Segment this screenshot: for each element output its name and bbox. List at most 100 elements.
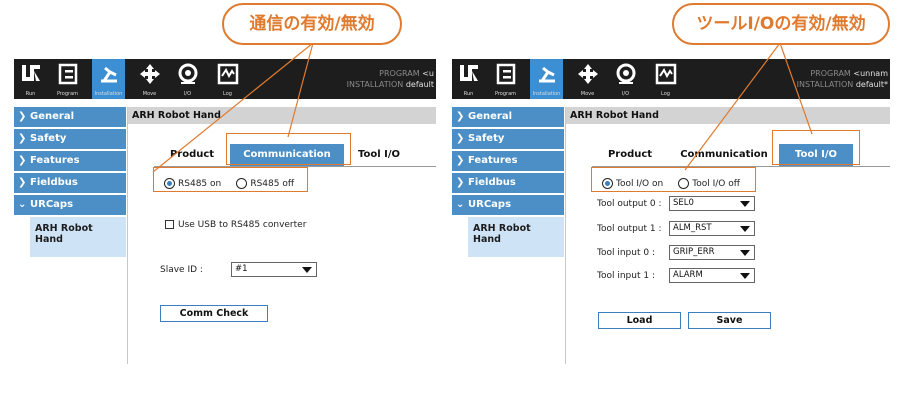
page-title: ARH Robot Hand xyxy=(128,107,436,124)
move-label: Move xyxy=(142,91,157,97)
program-installation-info: PROGRAM <unnam INSTALLATION default* xyxy=(797,68,888,90)
sidebar-item-safety[interactable]: ❯ Safety xyxy=(14,129,126,149)
sidebar-item-arh-robot-hand[interactable]: ARH Robot Hand xyxy=(30,217,126,257)
program-button[interactable]: Program xyxy=(489,59,522,99)
tool-output-1-dropdown[interactable]: ALM_RST xyxy=(669,221,755,236)
checkbox-icon xyxy=(165,220,174,229)
chevron-right-icon: ❯ xyxy=(456,177,465,188)
io-button[interactable]: I/O xyxy=(609,59,642,99)
sidebar-item-features[interactable]: ❯ Features xyxy=(14,151,126,171)
tool-input-0-label: Tool input 0 : xyxy=(597,248,655,258)
save-button[interactable]: Save xyxy=(688,312,771,329)
tool-output-0-label: Tool output 0 : xyxy=(597,199,662,209)
sidebar: ❯ General ❯ Safety ❯ Features ❯ Fieldbus ⌄ UR… xyxy=(452,107,564,364)
io-label: I/O xyxy=(183,91,192,97)
chevron-right-icon: ❯ xyxy=(18,177,27,188)
io-label: I/O xyxy=(621,91,630,97)
installation-panel-tool-io: Run Program Installation Move I/O Log PR… xyxy=(452,59,890,364)
sidebar-item-fieldbus[interactable]: ❯ Fieldbus xyxy=(14,173,126,193)
tab-communication[interactable]: Communication xyxy=(678,144,770,166)
sidebar-item-urcaps[interactable]: ⌄ URCaps xyxy=(452,195,564,215)
program-value: <u xyxy=(422,69,434,78)
chevron-right-icon: ❯ xyxy=(456,155,465,166)
log-label: Log xyxy=(223,91,232,97)
sidebar: ❯ General ❯ Safety ❯ Features ❯ Fieldbus ⌄ UR… xyxy=(14,107,126,364)
top-toolbar: Run Program Installation Move I/O Log PR… xyxy=(452,59,890,99)
log-icon xyxy=(217,63,239,85)
comm-check-button[interactable]: Comm Check xyxy=(160,305,268,322)
program-label-text: PROGRAM xyxy=(379,69,420,78)
chevron-right-icon: ❯ xyxy=(18,133,27,144)
chevron-right-icon: ❯ xyxy=(18,111,27,122)
chevron-down-icon: ⌄ xyxy=(456,199,465,210)
dropdown-arrow-icon xyxy=(740,273,750,279)
installation-button[interactable]: Installation xyxy=(530,59,563,99)
ur-logo-icon xyxy=(22,65,40,81)
tool-output-1-label: Tool output 1 : xyxy=(597,224,662,234)
slave-id-label: Slave ID : xyxy=(160,265,203,275)
tool-output-0-dropdown[interactable]: SEL0 xyxy=(669,196,755,211)
divider xyxy=(127,107,128,364)
move-button[interactable]: Move xyxy=(571,59,604,99)
program-label: Program xyxy=(494,91,517,97)
slave-id-dropdown[interactable]: #1 xyxy=(231,262,317,277)
page-title: ARH Robot Hand xyxy=(566,107,890,124)
move-icon xyxy=(140,64,160,84)
installation-button[interactable]: Installation xyxy=(92,59,125,99)
dropdown-arrow-icon xyxy=(302,267,312,273)
io-icon xyxy=(178,63,198,84)
io-icon xyxy=(616,63,636,84)
installation-icon xyxy=(101,66,117,83)
log-button[interactable]: Log xyxy=(649,59,682,99)
log-label: Log xyxy=(661,91,670,97)
callout-tool-io-toggle: ツールI/Oの有効/無効 xyxy=(672,3,890,45)
program-icon xyxy=(496,63,516,85)
top-toolbar: Run Program Installation Move I/O Log PR… xyxy=(14,59,436,99)
tool-input-1-label: Tool input 1 : xyxy=(597,271,655,281)
tab-tool-io[interactable]: Tool I/O xyxy=(349,144,409,166)
sidebar-item-features[interactable]: ❯ Features xyxy=(452,151,564,171)
usb-converter-checkbox[interactable]: Use USB to RS485 converter xyxy=(165,220,306,230)
installation-label: Installation xyxy=(94,91,123,97)
program-installation-info: PROGRAM <u INSTALLATION default xyxy=(347,68,434,90)
move-button[interactable]: Move xyxy=(133,59,166,99)
installation-label-text: INSTALLATION xyxy=(346,80,404,89)
installation-label: Installation xyxy=(532,91,561,97)
sidebar-item-fieldbus[interactable]: ❯ Fieldbus xyxy=(452,173,564,193)
installation-value: default xyxy=(405,80,434,89)
program-icon xyxy=(58,63,78,85)
chevron-right-icon: ❯ xyxy=(456,111,465,122)
callout-communication-toggle: 通信の有効/無効 xyxy=(222,3,402,45)
log-icon xyxy=(655,63,677,85)
run-label: Run xyxy=(463,91,474,97)
installation-panel-communication: Run Program Installation Move I/O Log PR… xyxy=(14,59,436,364)
dropdown-arrow-icon xyxy=(740,250,750,256)
program-label: Program xyxy=(56,91,79,97)
chevron-right-icon: ❯ xyxy=(18,155,27,166)
installation-label-text: INSTALLATION xyxy=(796,80,854,89)
io-button[interactable]: I/O xyxy=(171,59,204,99)
run-button[interactable]: Run xyxy=(14,59,47,99)
move-icon xyxy=(578,64,598,84)
installation-icon xyxy=(539,66,555,83)
run-button[interactable]: Run xyxy=(452,59,485,99)
move-label: Move xyxy=(580,91,595,97)
load-button[interactable]: Load xyxy=(598,312,681,329)
tool-input-0-dropdown[interactable]: GRIP_ERR xyxy=(669,245,755,260)
program-button[interactable]: Program xyxy=(51,59,84,99)
sidebar-item-urcaps[interactable]: ⌄ URCaps xyxy=(14,195,126,215)
highlight-communication-tab xyxy=(226,133,351,165)
program-label-text: PROGRAM xyxy=(810,69,851,78)
divider xyxy=(565,107,566,364)
tab-product[interactable]: Product xyxy=(162,144,222,166)
sidebar-item-general[interactable]: ❯ General xyxy=(14,107,126,127)
sidebar-item-safety[interactable]: ❯ Safety xyxy=(452,129,564,149)
chevron-down-icon: ⌄ xyxy=(18,199,27,210)
log-button[interactable]: Log xyxy=(211,59,244,99)
sidebar-item-arh-robot-hand[interactable]: ARH Robot Hand xyxy=(468,217,564,257)
tab-product[interactable]: Product xyxy=(600,144,660,166)
dropdown-arrow-icon xyxy=(740,201,750,207)
tool-input-1-dropdown[interactable]: ALARM xyxy=(669,268,755,283)
installation-value: default* xyxy=(855,80,888,89)
sidebar-item-general[interactable]: ❯ General xyxy=(452,107,564,127)
